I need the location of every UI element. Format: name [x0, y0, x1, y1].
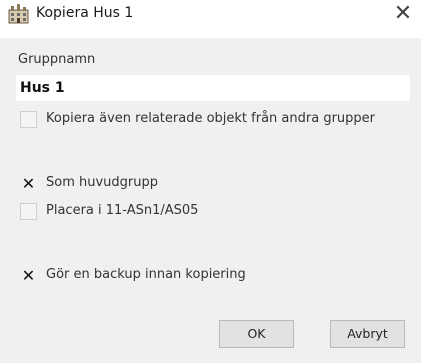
close-button[interactable]: ✕ [391, 2, 415, 28]
cancel-button[interactable]: Avbryt [330, 320, 405, 348]
group-name-input[interactable] [16, 75, 410, 101]
dialog-body: Gruppnamn Kopiera även relaterade objekt… [0, 38, 421, 363]
building-icon [8, 4, 30, 24]
copy-related-checkbox[interactable] [20, 111, 37, 128]
place-in-label: Placera i 11-ASn1/AS05 [46, 203, 199, 218]
backup-checkbox[interactable]: ✕ [20, 267, 37, 284]
window-title: Kopiera Hus 1 [36, 5, 134, 21]
group-name-label: Gruppnamn [18, 52, 96, 67]
title-bar: Kopiera Hus 1 ✕ [0, 0, 421, 38]
main-group-label: Som huvudgrupp [46, 175, 159, 190]
backup-label: Gör en backup innan kopiering [46, 267, 246, 282]
main-group-checkbox[interactable]: ✕ [20, 175, 37, 192]
place-in-checkbox[interactable] [20, 203, 37, 220]
copy-related-label: Kopiera även relaterade objekt från andr… [46, 111, 376, 126]
ok-button[interactable]: OK [219, 320, 294, 348]
